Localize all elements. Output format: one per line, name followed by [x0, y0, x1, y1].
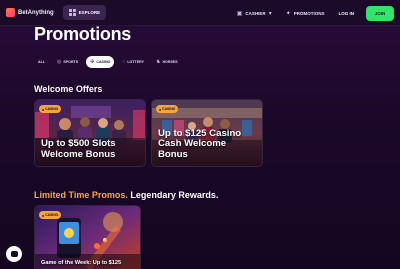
tab-casino-label: CASINO [96, 60, 111, 64]
category-badge: ♠ CASINO [156, 105, 179, 113]
limited-promos-accent: Limited Time Promos. [34, 190, 128, 200]
badge-label: CASINO [45, 213, 59, 217]
sports-icon: ◎ [57, 59, 62, 65]
chevron-down-icon: ▾ [268, 10, 272, 17]
spade-icon: ♠ [42, 106, 45, 112]
chat-icon [10, 251, 18, 257]
badge-label: CASINO [162, 107, 176, 111]
tab-sports-label: SPORTS [63, 60, 79, 64]
nav-right-group: ▣ CASHIER ▾ ✦ PROMOTIONS LOG IN JOIN [237, 4, 394, 22]
tab-all-label: ALL [38, 60, 45, 64]
category-badge: ♠ CASINO [39, 211, 62, 219]
page-title: Promotions [34, 24, 132, 44]
top-navigation-bar: BetAnything EXPLORE ▣ CASHIER ▾ ✦ PROMOT… [0, 0, 400, 26]
join-button[interactable]: JOIN [366, 5, 394, 21]
tab-sports[interactable]: ◎ SPORTS [53, 56, 82, 68]
promo-card-title: Up to $500 Slots Welcome Bonus [41, 138, 116, 160]
limited-promos-rest: Legendary Rewards. [127, 190, 219, 200]
category-filter-tabs: ALL ◎ SPORTS ✣ CASINO ◌ LOTTERY ♞ HORSES [34, 56, 182, 68]
promo-card-title: Game of the Week: Up to $125 [41, 259, 122, 266]
cashier-label: CASHIER [245, 10, 266, 16]
cashier-menu[interactable]: ▣ CASHIER ▾ [237, 10, 272, 17]
promo-card-casino-cash-welcome[interactable]: ♠ CASINO Up to $125 Casino Cash Welcome … [151, 99, 263, 167]
promo-card-game-of-the-week[interactable]: ♠ CASINO Game of the Week: Up to $125 [34, 205, 141, 269]
live-chat-button[interactable] [6, 246, 22, 262]
horse-icon: ♞ [155, 59, 161, 65]
tab-casino[interactable]: ✣ CASINO [86, 56, 115, 68]
tab-horses[interactable]: ♞ HORSES [152, 56, 182, 68]
limited-promos-heading: Limited Time Promos. Legendary Rewards. [34, 190, 218, 200]
lottery-icon: ◌ [122, 59, 126, 65]
brand-logo[interactable]: BetAnything [6, 8, 54, 17]
category-badge: ♠ CASINO [39, 105, 62, 113]
promo-card-slots-welcome[interactable]: ♠ CASINO Up to $500 Slots Welcome Bonus [34, 99, 146, 167]
grid-icon [68, 9, 76, 16]
tab-lottery-label: LOTTERY [127, 60, 144, 64]
brand-name: BetAnything [18, 9, 54, 16]
explore-label: EXPLORE [78, 10, 101, 15]
badge-label: CASINO [45, 107, 59, 111]
promo-card-title: Up to $125 Casino Cash Welcome Bonus [158, 127, 242, 160]
tab-lottery[interactable]: ◌ LOTTERY [118, 56, 148, 68]
promotions-link[interactable]: ✦ PROMOTIONS [286, 10, 325, 17]
tab-all[interactable]: ALL [34, 56, 49, 68]
promotions-label: PROMOTIONS [293, 10, 325, 16]
gift-icon: ✦ [285, 10, 291, 17]
spade-icon: ♠ [159, 106, 162, 112]
tab-horses-label: HORSES [162, 60, 178, 64]
welcome-offers-heading: Welcome Offers [34, 84, 103, 94]
brand-mark-icon [6, 8, 15, 17]
spade-icon: ♠ [42, 212, 45, 218]
explore-button[interactable]: EXPLORE [62, 5, 107, 20]
wallet-icon: ▣ [236, 10, 243, 17]
login-button[interactable]: LOG IN [339, 11, 355, 16]
casino-icon: ✣ [90, 59, 95, 65]
